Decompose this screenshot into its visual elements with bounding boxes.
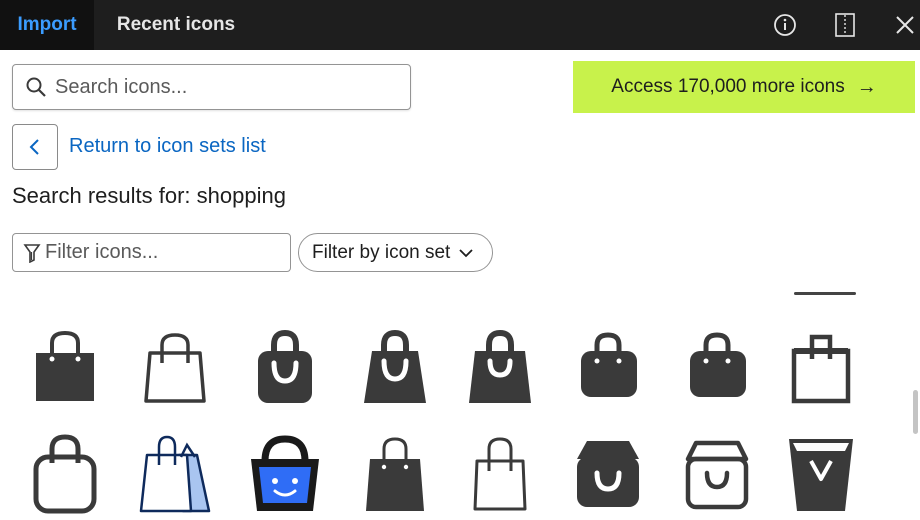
shopping-bag-wide-icon[interactable]	[455, 320, 545, 410]
search-input[interactable]	[55, 75, 385, 99]
arrow-right-icon: →	[856, 75, 877, 98]
top-bar: Import Recent icons	[0, 0, 920, 50]
shopping-bag-thin-icon[interactable]	[455, 428, 545, 518]
shopping-bags-duo-icon[interactable]	[130, 428, 220, 518]
filter-field[interactable]	[12, 233, 291, 272]
back-button[interactable]	[12, 124, 58, 170]
tab-recent-icons[interactable]: Recent icons	[96, 0, 256, 50]
panel-toggle-icon[interactable]	[828, 8, 862, 42]
close-icon[interactable]	[888, 8, 920, 42]
shopping-bag-flat-icon[interactable]	[20, 320, 110, 410]
access-more-icons-button[interactable]: Access 170,000 more icons →	[573, 61, 915, 113]
return-to-icon-sets-link[interactable]: Return to icon sets list	[69, 135, 266, 158]
shopping-bag-rounded-icon[interactable]	[563, 320, 653, 410]
scrollbar-thumb[interactable]	[913, 390, 918, 434]
chevron-left-icon	[29, 139, 39, 155]
search-field[interactable]	[12, 64, 411, 110]
search-icon	[26, 77, 46, 97]
filter-by-icon-set-dropdown[interactable]: Filter by icon set	[298, 233, 493, 272]
info-icon[interactable]	[768, 8, 802, 42]
shopping-bag-cart-outline-icon[interactable]	[672, 428, 762, 518]
shopping-bag-smile-icon[interactable]	[240, 320, 330, 410]
shopping-bag-trapezoid-icon[interactable]	[776, 428, 866, 518]
promo-label: Access 170,000 more icons	[611, 76, 845, 97]
shopping-bag-outline-icon[interactable]	[130, 320, 220, 410]
filter-set-label: Filter by icon set	[312, 241, 451, 263]
shopping-basket-face-icon[interactable]	[240, 428, 330, 518]
tab-import[interactable]: Import	[0, 0, 94, 50]
shopping-bag-thick-outline-icon[interactable]	[20, 428, 110, 518]
filter-input[interactable]	[45, 241, 275, 264]
chevron-down-icon	[459, 248, 473, 257]
partial-icon	[794, 292, 856, 295]
search-results-title: Search results for: shopping	[12, 183, 286, 208]
shopping-bag-tote-icon[interactable]	[350, 428, 440, 518]
shopping-bag-solid-icon[interactable]	[672, 320, 762, 410]
shopping-bag-square-icon[interactable]	[776, 320, 866, 410]
shopping-bag-handle-icon[interactable]	[350, 320, 440, 410]
shopping-bag-cart-icon[interactable]	[563, 428, 653, 518]
filter-icon	[23, 243, 41, 263]
